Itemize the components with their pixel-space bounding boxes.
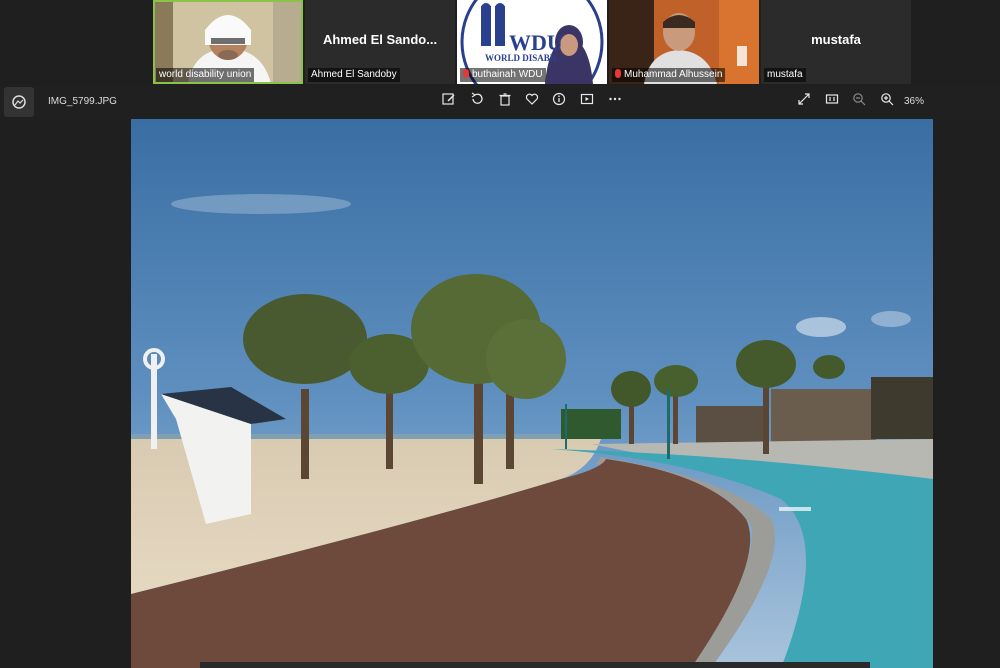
slideshow-icon xyxy=(580,93,594,105)
participant-name-label: world disability union xyxy=(156,68,255,82)
more-icon xyxy=(609,97,621,101)
photos-app-icon[interactable] xyxy=(4,87,34,117)
participant-tile-ahmed[interactable]: Ahmed El Sando... Ahmed El Sandoby xyxy=(305,0,455,84)
participant-name-label: buthainah WDU xyxy=(460,68,546,82)
full-screen-button[interactable] xyxy=(793,91,815,113)
wdu-logo-subtitle: WORLD DISABIL xyxy=(485,53,560,63)
heart-icon xyxy=(525,93,539,105)
photos-icon xyxy=(12,95,26,109)
expand-icon xyxy=(798,93,810,105)
zoom-level: 36% xyxy=(904,96,925,107)
rotate-button[interactable] xyxy=(466,91,488,113)
participant-tile-mustafa[interactable]: mustafa mustafa xyxy=(761,0,911,84)
beach-promenade-photo xyxy=(131,119,933,668)
zoom-out-icon xyxy=(853,93,866,106)
participant-display-name: mustafa xyxy=(811,32,861,47)
photo-image xyxy=(131,119,933,668)
meeting-video-strip: world disability union Ahmed El Sando...… xyxy=(0,0,1000,85)
track-marking xyxy=(779,507,811,511)
delete-button[interactable] xyxy=(494,91,516,113)
photo-viewer-toolbar: IMG_5799.JPG 36% xyxy=(0,85,1000,119)
zoom-in-icon xyxy=(881,93,894,106)
favorite-button[interactable] xyxy=(521,91,543,113)
participant-name-text: buthainah WDU xyxy=(472,69,543,80)
edit-image-button[interactable] xyxy=(438,91,460,113)
info-button[interactable] xyxy=(548,91,570,113)
edit-icon xyxy=(442,93,455,105)
participant-display-name: Ahmed El Sando... xyxy=(322,32,438,47)
participant-tile-muhammad[interactable]: Muhammad Alhussein xyxy=(609,0,759,84)
participant-name-label: Ahmed El Sandoby xyxy=(308,68,400,82)
participant-tile-world-disability-union[interactable]: world disability union xyxy=(153,0,303,84)
zoom-in-button[interactable] xyxy=(876,91,898,113)
participant-name-label: mustafa xyxy=(764,68,806,82)
filmstrip[interactable] xyxy=(200,662,870,668)
actual-size-icon xyxy=(825,94,839,104)
actual-size-button[interactable] xyxy=(821,91,843,113)
zoom-out-button[interactable] xyxy=(848,91,870,113)
rotate-icon xyxy=(471,92,483,104)
slideshow-button[interactable] xyxy=(576,91,598,113)
info-icon xyxy=(552,92,566,106)
file-name: IMG_5799.JPG xyxy=(48,96,117,107)
participant-tile-buthainah[interactable]: WDU WORLD DISABIL buthainah WDU xyxy=(457,0,607,84)
participant-name-label: Muhammad Alhussein xyxy=(612,68,726,82)
trash-icon xyxy=(499,93,511,106)
participant-name-text: Muhammad Alhussein xyxy=(624,69,723,80)
mic-muted-icon xyxy=(615,69,621,78)
mic-muted-icon xyxy=(463,69,469,78)
more-options-button[interactable] xyxy=(604,91,626,113)
